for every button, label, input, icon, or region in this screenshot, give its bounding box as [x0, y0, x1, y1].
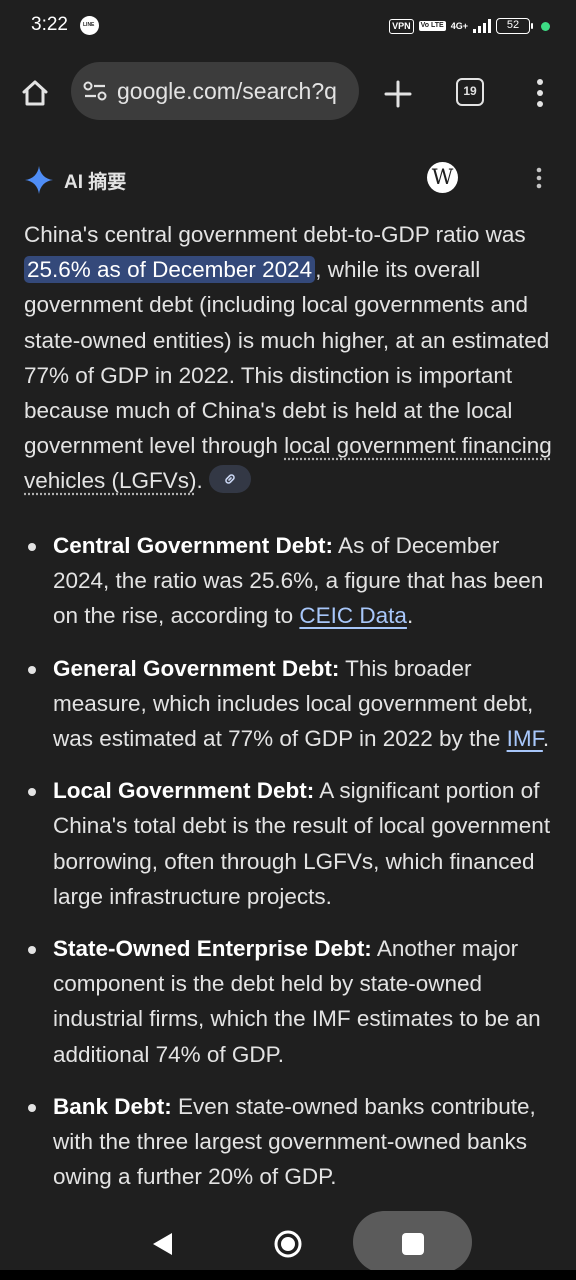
bullet-list: Central Government Debt: As of December …	[24, 528, 554, 1209]
list-item: Local Government Debt: A significant por…	[24, 773, 554, 914]
ceic-data-link[interactable]: CEIC Data	[299, 603, 407, 628]
more-options-icon[interactable]	[533, 167, 545, 189]
bottom-edge	[0, 1270, 576, 1280]
site-settings-icon[interactable]	[83, 80, 107, 102]
status-indicators: VPN Vo LTE 4G+ 52	[389, 16, 550, 36]
url-bar[interactable]: google.com/search?q	[71, 62, 359, 120]
volte-icon: Vo LTE	[418, 21, 446, 31]
list-item: General Government Debt: This broader me…	[24, 651, 554, 757]
imf-link[interactable]: IMF	[507, 726, 543, 751]
browser-toolbar: google.com/search?q 19	[0, 54, 576, 187]
home-icon	[22, 80, 48, 106]
line-app-icon: LINE	[80, 16, 99, 35]
wikipedia-source-icon[interactable]: W	[427, 162, 458, 193]
vpn-icon: VPN	[389, 18, 414, 34]
sparkle-icon	[25, 166, 53, 194]
privacy-indicator-icon	[541, 21, 550, 31]
back-button[interactable]	[150, 1231, 174, 1257]
link-icon	[225, 474, 235, 485]
list-item: Bank Debt: Even state-owned banks contri…	[24, 1089, 554, 1195]
more-vert-icon	[537, 79, 543, 107]
recents-icon[interactable]	[402, 1233, 424, 1255]
battery-icon: 52	[496, 18, 533, 34]
status-time: 3:22	[31, 14, 68, 35]
network-type: 4G+	[450, 20, 468, 31]
home-nav-button[interactable]	[273, 1229, 303, 1259]
browser-menu-button[interactable]	[530, 76, 550, 110]
tab-switcher-button[interactable]: 19	[456, 78, 484, 106]
plus-icon	[384, 80, 412, 108]
signal-icon	[473, 19, 491, 33]
home-button[interactable]	[14, 72, 56, 114]
highlighted-text: 25.6% as of December 2024	[24, 256, 316, 284]
list-item: Central Government Debt: As of December …	[24, 528, 554, 634]
ai-overview-title: AI 摘要	[64, 171, 127, 193]
source-link-button[interactable]	[208, 465, 251, 494]
url-text[interactable]: google.com/search?q	[117, 78, 337, 105]
ai-overview: AI 摘要 W China's central government debt-…	[0, 133, 576, 1209]
ai-overview-header: AI 摘要	[24, 163, 126, 197]
new-tab-button[interactable]	[378, 74, 418, 114]
summary-paragraph: China's central government debt-to-GDP r…	[24, 222, 552, 494]
status-bar: 3:22 LINE VPN Vo LTE 4G+ 52	[0, 0, 576, 54]
list-item: State-Owned Enterprise Debt: Another maj…	[24, 931, 554, 1072]
